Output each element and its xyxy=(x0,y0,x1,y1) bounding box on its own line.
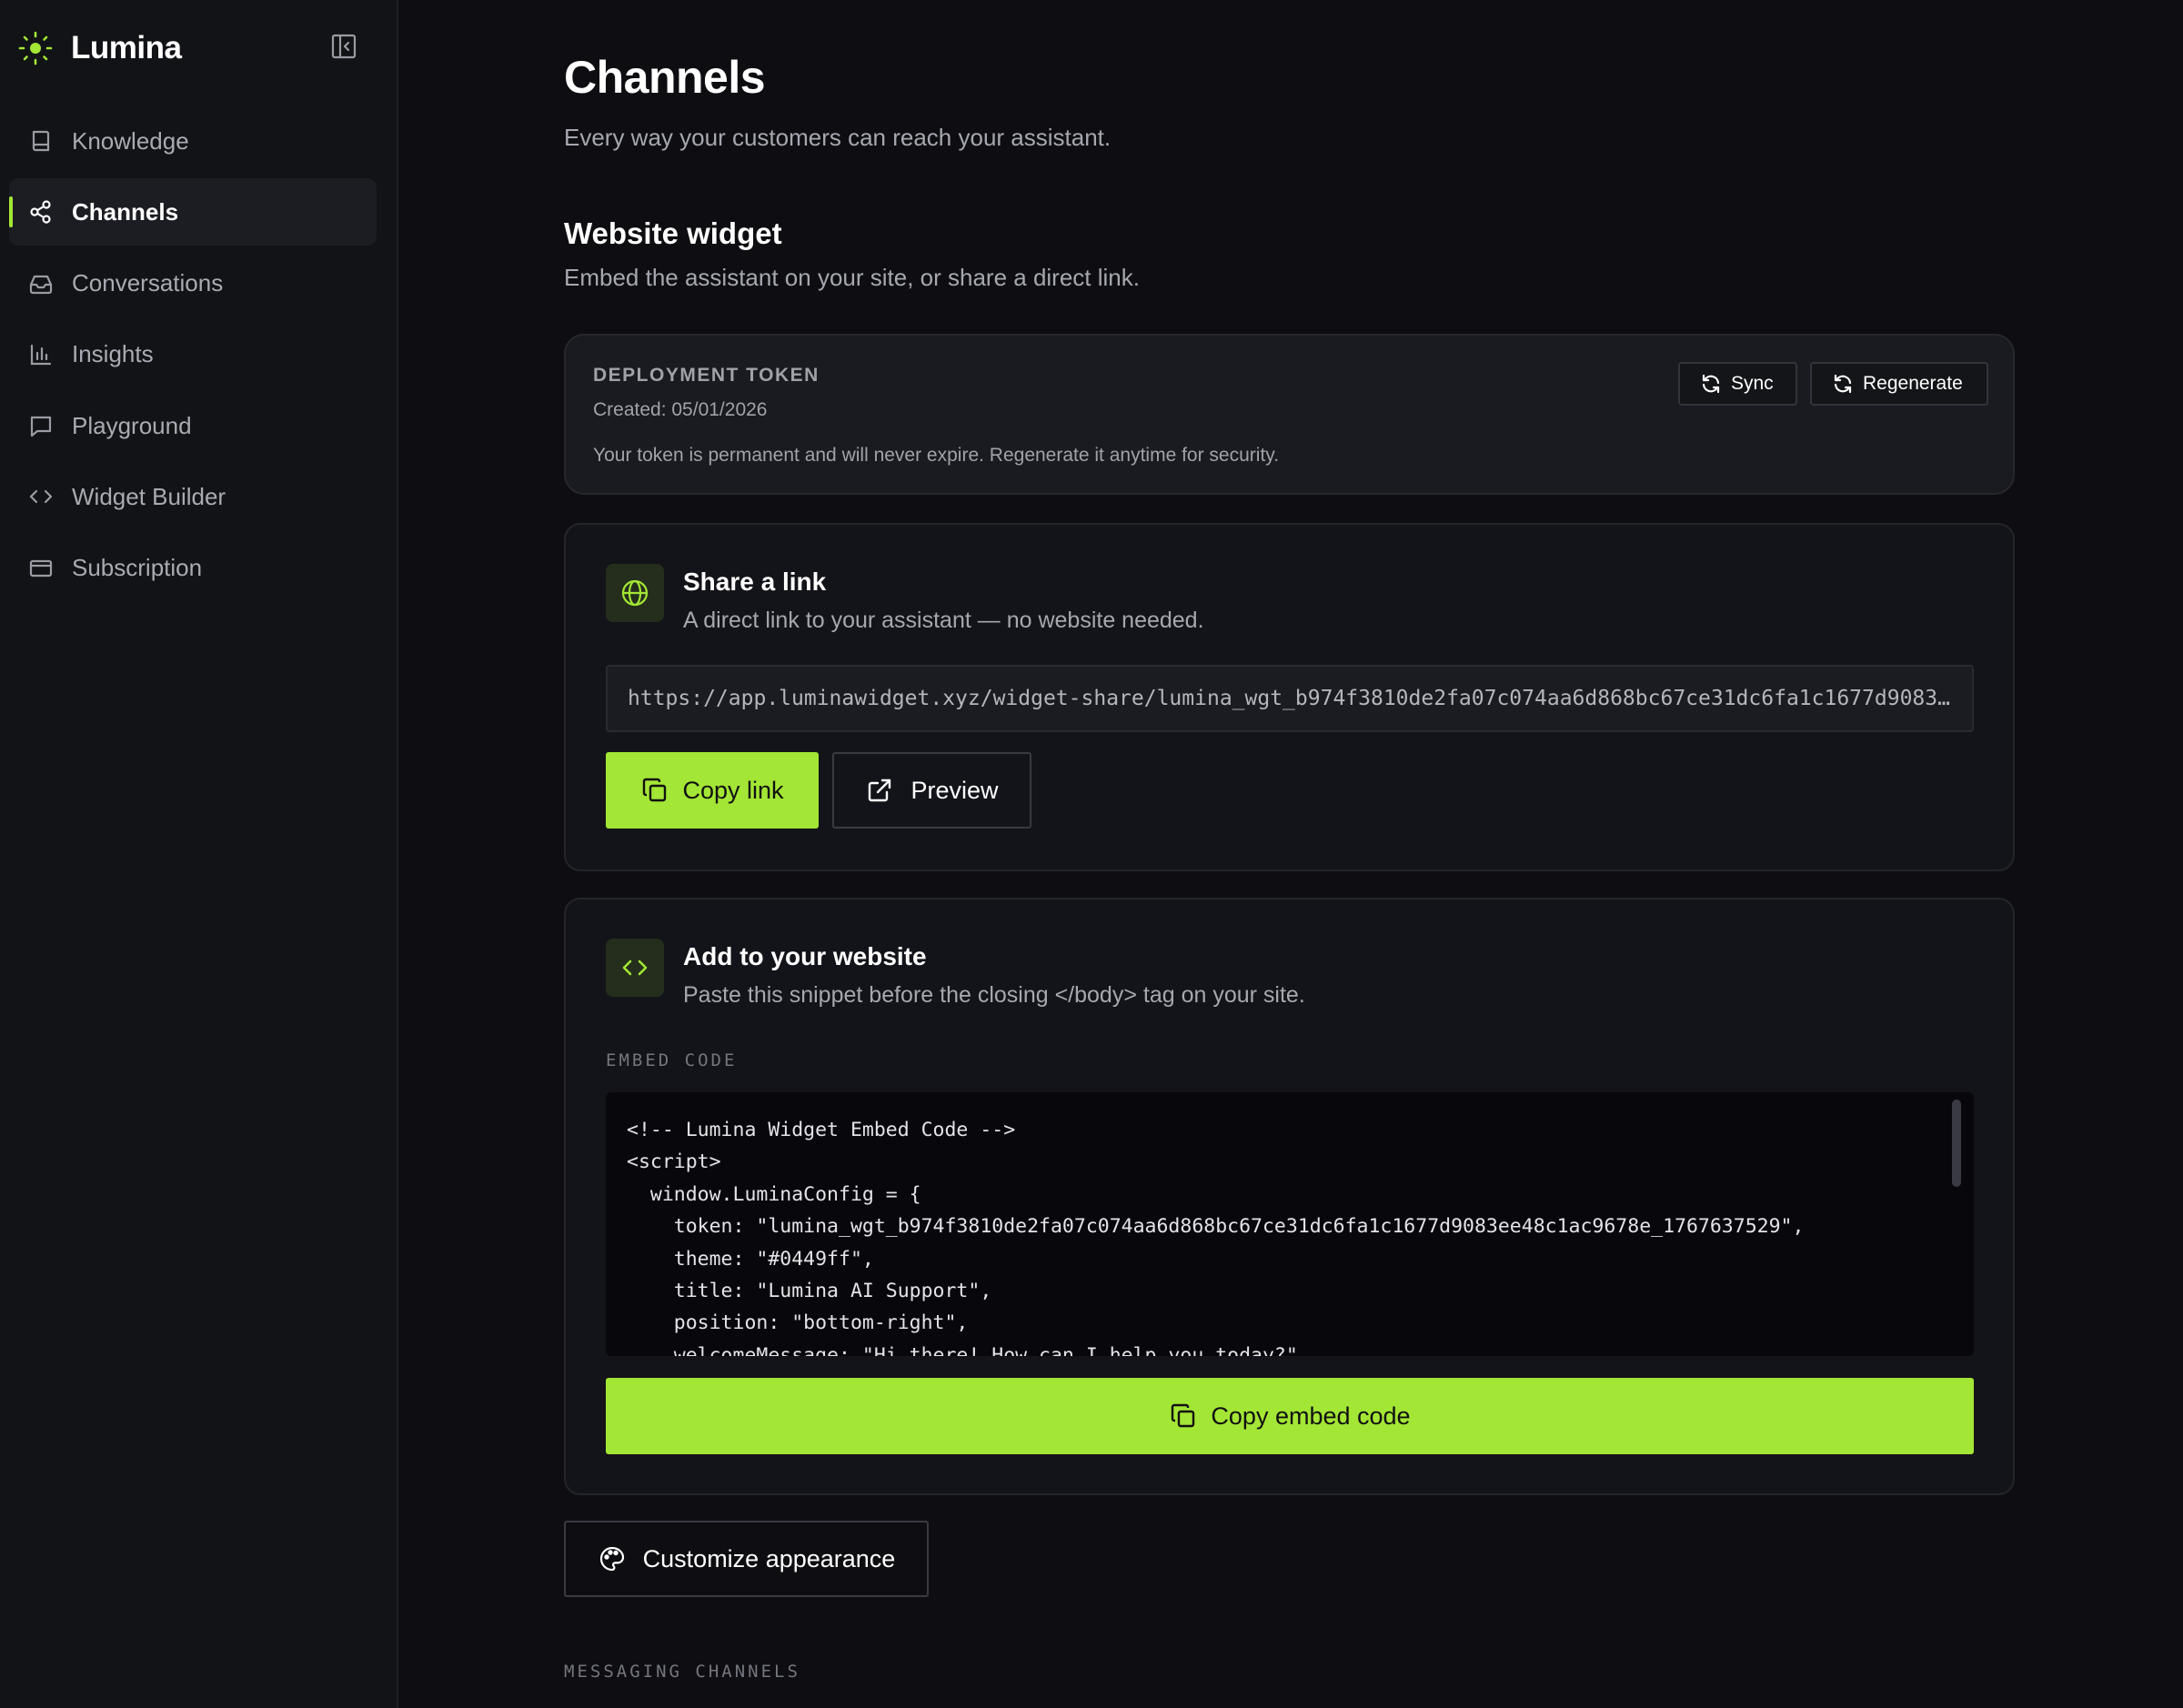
embed-code-label: EMBED CODE xyxy=(606,1050,738,1070)
bar-chart-icon xyxy=(27,341,55,368)
sidebar: Lumina Knowledge Channels Conversations … xyxy=(0,0,398,1708)
sidebar-item-subscription[interactable]: Subscription xyxy=(9,535,377,602)
sidebar-collapse-icon xyxy=(330,33,357,65)
sidebar-item-widget-builder[interactable]: Widget Builder xyxy=(9,463,377,530)
embed-title: Add to your website xyxy=(683,942,927,970)
app-name: Lumina xyxy=(71,30,182,65)
sidebar-nav: Knowledge Channels Conversations Insight… xyxy=(9,107,377,606)
refresh-icon xyxy=(1832,373,1854,395)
sidebar-item-knowledge[interactable]: Knowledge xyxy=(9,107,377,175)
section-title: Website widget xyxy=(564,216,782,250)
sidebar-item-label: Playground xyxy=(72,411,192,439)
regenerate-label: Regenerate xyxy=(1863,373,1963,394)
sidebar-item-label: Channels xyxy=(72,197,179,226)
token-created-date: Created: 05/01/2026 xyxy=(593,399,768,420)
share-url-field[interactable]: https://app.luminawidget.xyz/widget-shar… xyxy=(606,665,1974,732)
sidebar-collapse-button[interactable] xyxy=(327,34,360,63)
embed-description: Paste this snippet before the closing </… xyxy=(683,982,1305,1008)
copy-icon xyxy=(1169,1402,1198,1431)
preview-button[interactable]: Preview xyxy=(832,752,1031,829)
sidebar-item-label: Conversations xyxy=(72,269,224,297)
embed-code-box[interactable]: <!-- Lumina Widget Embed Code --> <scrip… xyxy=(606,1092,1974,1356)
palette-icon xyxy=(598,1544,627,1573)
copy-embed-label: Copy embed code xyxy=(1211,1402,1411,1430)
copy-icon xyxy=(640,776,669,805)
share-link-panel: Share a link A direct link to your assis… xyxy=(564,523,2015,871)
sync-label: Sync xyxy=(1731,373,1774,394)
sidebar-item-label: Knowledge xyxy=(72,126,189,155)
sun-icon xyxy=(18,31,53,65)
preview-label: Preview xyxy=(910,776,999,804)
page-title: Channels xyxy=(564,52,766,103)
brand[interactable]: Lumina xyxy=(18,27,182,69)
token-label: DEPLOYMENT TOKEN xyxy=(593,365,820,386)
copy-link-label: Copy link xyxy=(682,776,784,804)
embed-code: <!-- Lumina Widget Embed Code --> <scrip… xyxy=(627,1119,1805,1356)
deployment-token-card: DEPLOYMENT TOKEN Created: 05/01/2026 You… xyxy=(564,334,2015,495)
sidebar-item-playground[interactable]: Playground xyxy=(9,392,377,459)
customize-appearance-button[interactable]: Customize appearance xyxy=(564,1521,929,1597)
share-icon xyxy=(27,198,55,226)
sidebar-item-label: Widget Builder xyxy=(72,482,226,510)
code-scrollbar[interactable] xyxy=(1952,1100,1961,1187)
copy-link-button[interactable]: Copy link xyxy=(606,752,819,829)
code-icon xyxy=(606,939,664,997)
regenerate-button[interactable]: Regenerate xyxy=(1810,362,1988,406)
globe-icon xyxy=(606,564,664,622)
credit-card-icon xyxy=(27,555,55,582)
section-subtitle: Embed the assistant on your site, or sha… xyxy=(564,264,1140,291)
messaging-channels-label: MESSAGING CHANNELS xyxy=(564,1662,800,1682)
sidebar-item-label: Insights xyxy=(72,340,154,368)
embed-panel: Add to your website Paste this snippet b… xyxy=(564,898,2015,1495)
message-square-icon xyxy=(27,412,55,439)
refresh-icon xyxy=(1700,373,1722,395)
code-icon xyxy=(27,483,55,510)
share-title: Share a link xyxy=(683,568,827,596)
sidebar-item-label: Subscription xyxy=(72,554,203,582)
book-icon xyxy=(27,127,55,155)
external-link-icon xyxy=(865,776,894,805)
copy-embed-button[interactable]: Copy embed code xyxy=(606,1378,1974,1454)
inbox-icon xyxy=(27,270,55,297)
share-description: A direct link to your assistant — no web… xyxy=(683,608,1204,633)
sidebar-item-insights[interactable]: Insights xyxy=(9,321,377,388)
share-url: https://app.luminawidget.xyz/widget-shar… xyxy=(628,687,1952,710)
sidebar-item-conversations[interactable]: Conversations xyxy=(9,250,377,317)
sync-button[interactable]: Sync xyxy=(1678,362,1797,406)
page-subtitle: Every way your customers can reach your … xyxy=(564,124,1112,151)
sidebar-item-channels[interactable]: Channels xyxy=(9,178,377,246)
customize-label: Customize appearance xyxy=(642,1544,896,1572)
token-note: Your token is permanent and will never e… xyxy=(593,445,1280,466)
